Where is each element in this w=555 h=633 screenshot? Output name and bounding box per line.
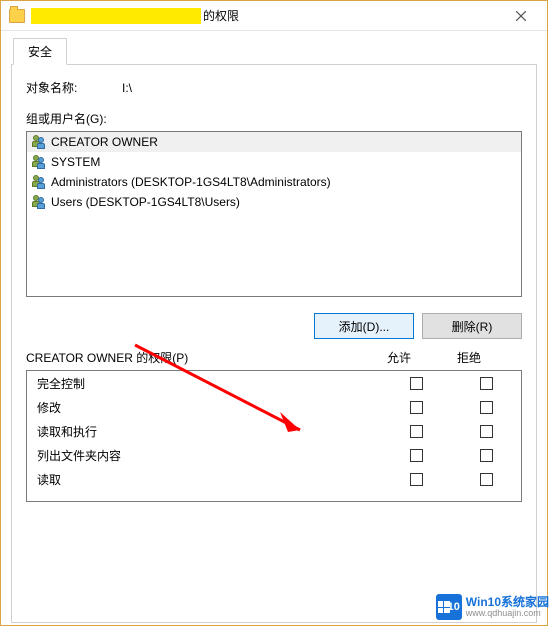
- permissions-header: CREATOR OWNER 的权限(P) 允许 拒绝: [26, 349, 522, 366]
- tab-security[interactable]: 安全: [13, 38, 67, 65]
- permission-name: 读取: [37, 471, 381, 488]
- principal-name: CREATOR OWNER: [51, 135, 158, 149]
- folder-icon: [9, 9, 25, 23]
- permission-name: 完全控制: [37, 375, 381, 392]
- deny-checkbox[interactable]: [480, 425, 493, 438]
- redacted-name: [31, 8, 201, 24]
- allow-checkbox[interactable]: [410, 377, 423, 390]
- object-name-label: 对象名称:: [26, 79, 108, 96]
- allow-checkbox[interactable]: [410, 401, 423, 414]
- remove-button[interactable]: 删除(R): [422, 313, 522, 339]
- tab-content: 对象名称: I:\ 组或用户名(G): CREATOR OWNER SYSTEM: [11, 65, 537, 623]
- list-item[interactable]: Administrators (DESKTOP-1GS4LT8\Administ…: [27, 172, 521, 192]
- permission-name: 修改: [37, 399, 381, 416]
- tab-strip: 安全: [11, 39, 537, 65]
- allow-checkbox[interactable]: [410, 425, 423, 438]
- permission-row: 读取: [27, 467, 521, 491]
- window-title-suffix: 的权限: [203, 7, 239, 24]
- deny-checkbox[interactable]: [480, 401, 493, 414]
- object-name-value: I:\: [122, 81, 132, 95]
- allow-checkbox[interactable]: [410, 449, 423, 462]
- dialog-body: 安全 对象名称: I:\ 组或用户名(G): CREATOR OWNER: [1, 31, 547, 633]
- deny-header: 拒绝: [434, 349, 504, 366]
- deny-checkbox[interactable]: [480, 449, 493, 462]
- principals-listbox[interactable]: CREATOR OWNER SYSTEM Administrators (DES…: [26, 131, 522, 297]
- list-item[interactable]: CREATOR OWNER: [27, 132, 521, 152]
- close-icon: [516, 11, 526, 21]
- permissions-listbox[interactable]: 完全控制 修改 读取和执行 列出文件夹内容: [26, 370, 522, 502]
- list-item[interactable]: SYSTEM: [27, 152, 521, 172]
- close-button[interactable]: [498, 2, 543, 30]
- permission-row: 读取和执行: [27, 419, 521, 443]
- group-icon: [31, 154, 47, 170]
- principal-name: Administrators (DESKTOP-1GS4LT8\Administ…: [51, 175, 331, 189]
- add-button[interactable]: 添加(D)...: [314, 313, 414, 339]
- allow-checkbox[interactable]: [410, 473, 423, 486]
- permissions-header-label: CREATOR OWNER 的权限(P): [26, 349, 364, 366]
- group-icon: [31, 174, 47, 190]
- principal-name: SYSTEM: [51, 155, 100, 169]
- list-item[interactable]: Users (DESKTOP-1GS4LT8\Users): [27, 192, 521, 212]
- principal-buttons: 添加(D)... 删除(R): [26, 313, 522, 339]
- group-users-label: 组或用户名(G):: [26, 110, 522, 127]
- titlebar: 的权限: [1, 1, 547, 31]
- permissions-dialog: 的权限 安全 对象名称: I:\ 组或用户名(G):: [0, 0, 548, 626]
- permission-name: 读取和执行: [37, 423, 381, 440]
- deny-checkbox[interactable]: [480, 377, 493, 390]
- allow-header: 允许: [364, 349, 434, 366]
- principal-name: Users (DESKTOP-1GS4LT8\Users): [51, 195, 240, 209]
- group-icon: [31, 194, 47, 210]
- permission-row: 列出文件夹内容: [27, 443, 521, 467]
- object-name-row: 对象名称: I:\: [26, 79, 522, 96]
- permission-row: 修改: [27, 395, 521, 419]
- deny-checkbox[interactable]: [480, 473, 493, 486]
- permission-row: 完全控制: [27, 371, 521, 395]
- permission-name: 列出文件夹内容: [37, 447, 381, 464]
- group-icon: [31, 134, 47, 150]
